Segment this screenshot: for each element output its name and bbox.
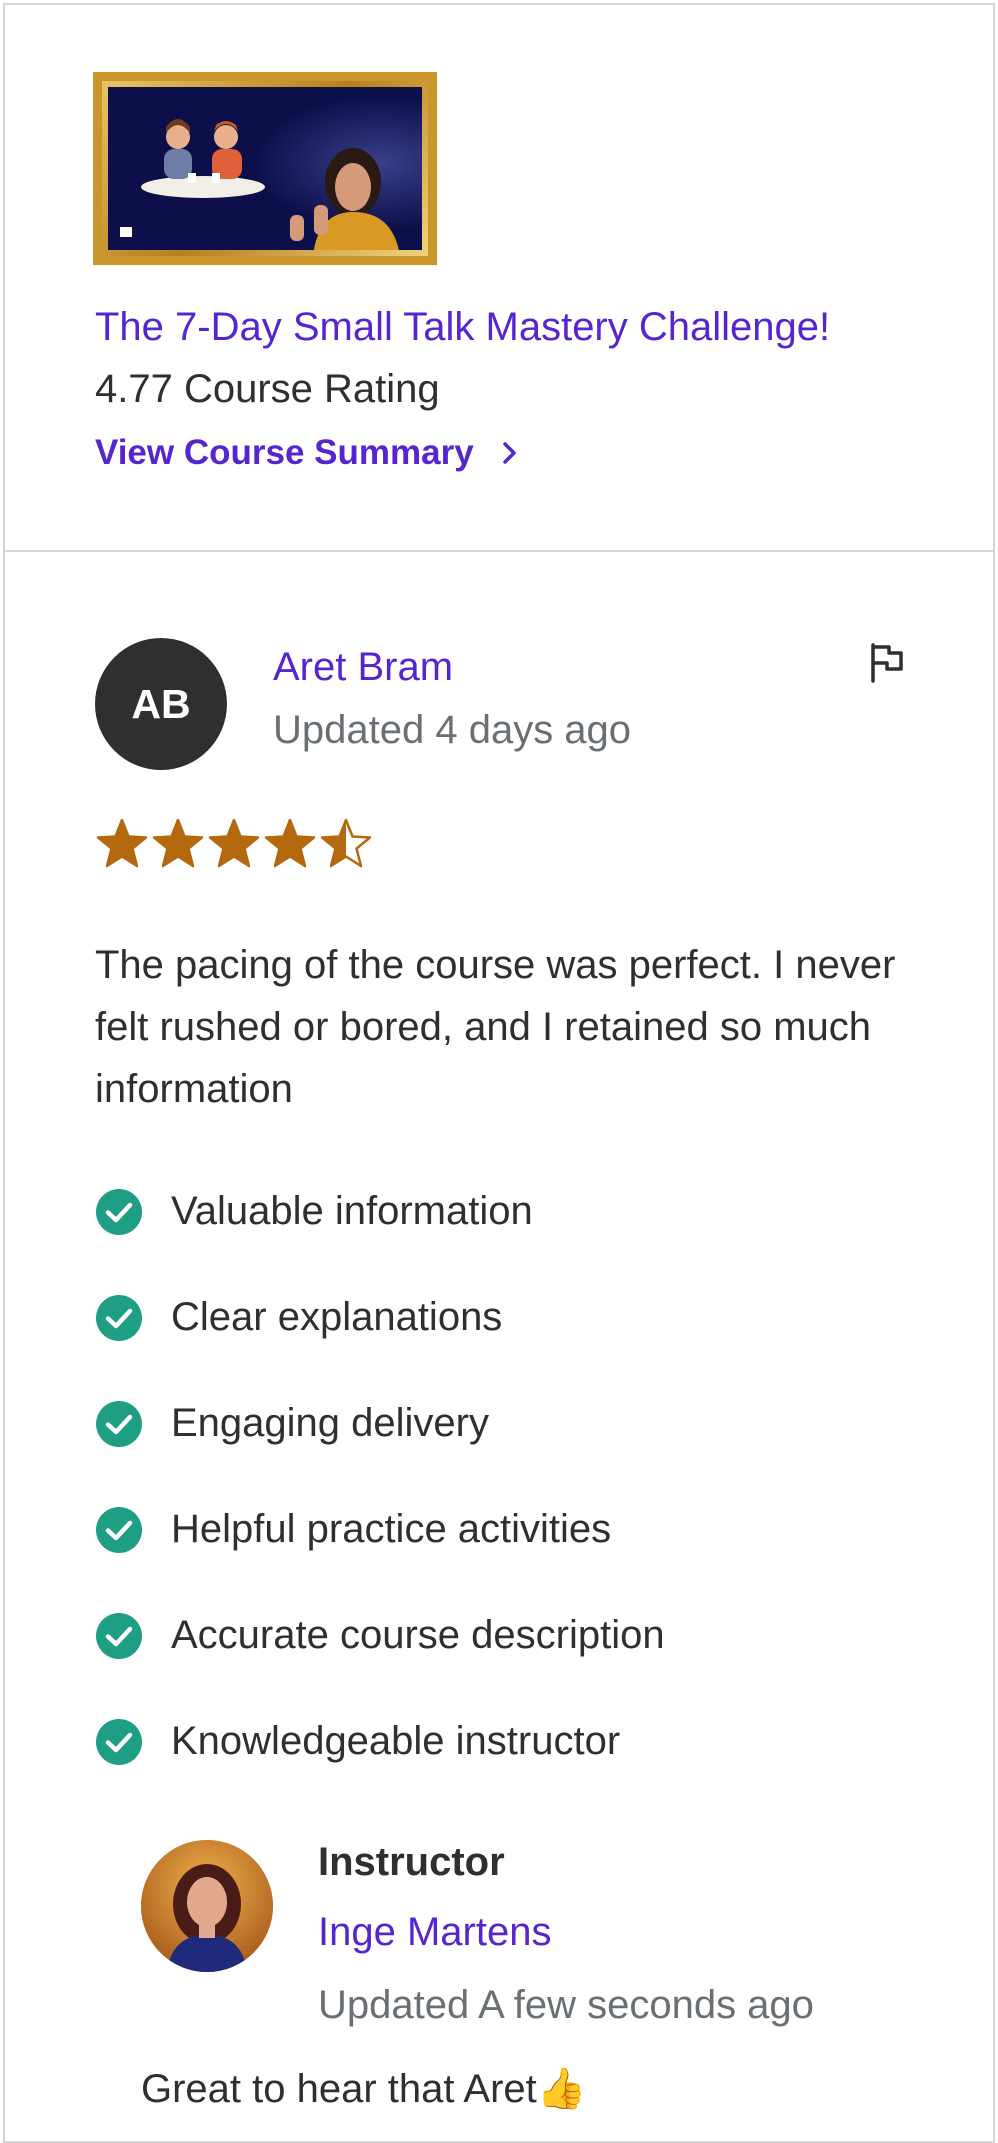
star-full-icon xyxy=(264,818,316,868)
check-circle-icon xyxy=(96,1189,142,1235)
course-rating: 4.77 Course Rating xyxy=(95,367,440,411)
review-text: The pacing of the course was perfect. I … xyxy=(95,943,896,1111)
instructor-photo xyxy=(141,1840,273,1972)
highlight-label: Clear explanations xyxy=(171,1295,503,1339)
highlight-item: Helpful practice activities xyxy=(95,1498,665,1604)
highlight-item: Accurate course description xyxy=(95,1604,665,1710)
view-course-summary-label: View Course Summary xyxy=(95,433,474,472)
thumbnail-illustration xyxy=(108,87,422,250)
star-full-icon xyxy=(208,818,260,868)
instructor-label: Instructor xyxy=(318,1840,505,1884)
instructor-name-link[interactable]: Inge Martens xyxy=(318,1910,551,1955)
check-circle-icon xyxy=(96,1401,142,1447)
star-full-icon xyxy=(152,818,204,868)
highlight-label: Knowledgeable instructor xyxy=(171,1719,621,1763)
check-circle-icon xyxy=(96,1719,142,1765)
course-summary-card: The 7-Day Small Talk Mastery Challenge! … xyxy=(5,5,993,552)
instructor-reply-text: Great to hear that Aret👍 xyxy=(141,2067,587,2111)
reviewer-avatar: AB xyxy=(95,638,227,770)
highlight-item: Clear explanations xyxy=(95,1286,665,1392)
highlight-item: Knowledgeable instructor xyxy=(95,1710,665,1816)
highlight-label: Engaging delivery xyxy=(171,1401,489,1445)
highlight-label: Valuable information xyxy=(171,1189,533,1233)
course-thumbnail[interactable] xyxy=(93,72,437,265)
check-circle-icon xyxy=(96,1295,142,1341)
course-title-link[interactable]: The 7-Day Small Talk Mastery Challenge! xyxy=(95,305,830,350)
chevron-right-icon xyxy=(502,442,516,464)
view-course-summary-link[interactable]: View Course Summary xyxy=(95,433,520,473)
instructor-updated-time: Updated A few seconds ago xyxy=(318,1983,814,2027)
instructor-avatar xyxy=(141,1840,273,1972)
check-circle-icon xyxy=(96,1613,142,1659)
highlight-item: Valuable information xyxy=(95,1180,665,1286)
star-half-icon xyxy=(320,818,372,868)
check-circle-icon xyxy=(96,1507,142,1553)
star-rating xyxy=(95,817,373,871)
highlight-label: Accurate course description xyxy=(171,1613,665,1657)
reviewer-name-link[interactable]: Aret Bram xyxy=(273,645,453,690)
review-updated-time: Updated 4 days ago xyxy=(273,708,632,752)
review-card-frame: The 7-Day Small Talk Mastery Challenge! … xyxy=(3,3,995,2143)
review-highlights-list: Valuable information Clear explanations En… xyxy=(95,1180,665,1816)
star-full-icon xyxy=(96,818,148,868)
thumbnail-art xyxy=(108,87,422,250)
highlight-item: Engaging delivery xyxy=(95,1392,665,1498)
flag-icon[interactable] xyxy=(865,641,909,685)
highlight-label: Helpful practice activities xyxy=(171,1507,612,1551)
